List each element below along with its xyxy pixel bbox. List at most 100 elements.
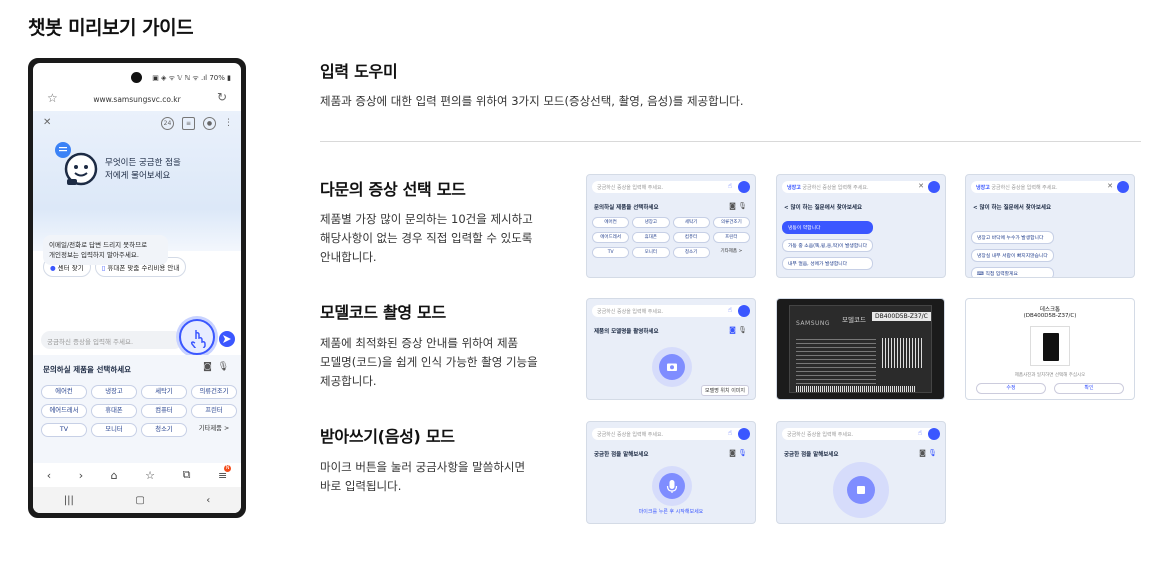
touch-hand-icon (190, 330, 206, 348)
send-icon (928, 181, 940, 193)
product-chip[interactable]: 에어드레서 (41, 404, 87, 418)
product-chip[interactable]: 의류건조기 (191, 385, 237, 399)
thumb-input: 냉장고 궁금하신 증상을 입력해 주세요. ✕ (782, 181, 940, 193)
product-chip[interactable]: 에어컨 (41, 385, 87, 399)
model-location-link: 모델명 위치 이미지 (701, 385, 749, 396)
product-chip[interactable]: 프린터 (191, 404, 237, 418)
section-title-model-mode: 모델코드 촬영 모드 (320, 303, 446, 322)
chip-label: 센터 찾기 (57, 264, 84, 272)
thumb-input: 궁금하신 증상을 입력해 주세요. ☝ (592, 181, 750, 193)
touch-hand-icon: ☝ (727, 429, 732, 437)
thumb-faq-list: 냉장고 궁금하신 증상을 입력해 주세요. ✕ < 많이 하는 질문에서 찾아보세… (776, 174, 946, 278)
section-title-symptom-mode: 다문의 증상 선택 모드 (320, 180, 466, 199)
more-menu-icon[interactable]: ⋮ (224, 117, 233, 130)
tabs-icon[interactable]: ⧉ (183, 468, 191, 482)
product-chip: 휴대폰 (632, 232, 670, 243)
product-chip[interactable]: 모니터 (91, 423, 137, 437)
phone-screen: ▣ ◈ ᯤ 𝕍 ℕ ᯤ .ıl 70% ▮ ☆ www.samsungsvc.c… (33, 63, 241, 513)
browser-url-bar[interactable]: ☆ www.samsungsvc.co.kr ↻ (33, 87, 241, 111)
thumb-faq-title: < 많이 하는 질문에서 찾아보세요 (973, 205, 1052, 211)
input-helper-button[interactable] (179, 319, 215, 355)
panel-icons: ◙ 🎙 (203, 362, 229, 372)
barcode-bottom (796, 386, 916, 392)
history-icon[interactable]: 24 (161, 117, 174, 130)
desc-line: 제품에 최적화된 증상 안내를 위하여 제품 (320, 336, 519, 350)
menu-icon[interactable]: ≡ N (218, 464, 232, 482)
product-grid: 에어컨 냉장고 세탁기 의류건조기에어드레서 휴대폰 컴퓨터 프린터 TV 모니터 청소기 기타제품… (41, 385, 237, 437)
desc-line: 마이크 버튼을 눌러 궁금사항을 말씀하시면 (320, 460, 526, 474)
faq-item: 냉동이 약합니다 (782, 221, 874, 234)
product-chip[interactable]: TV (41, 423, 87, 437)
product-chip[interactable]: 세탁기 (141, 385, 187, 399)
home-icon[interactable]: ⌂ (111, 469, 118, 482)
product-chip[interactable]: 휴대폰 (91, 404, 137, 418)
faq-item: 가동 중 소음(뚝,윙,웅,딱)이 발생합니다 (782, 239, 874, 252)
send-button[interactable] (219, 331, 235, 347)
symptom-input[interactable]: 궁금하신 증상을 입력해 주세요. (41, 331, 183, 349)
desc-line: 해당사항이 없는 경우 직접 입력할 수 있도록 (320, 231, 533, 245)
stop-icon (857, 486, 865, 494)
mic-button (659, 473, 685, 499)
system-nav-bar: ||| ▢ ‹ (33, 487, 241, 513)
browser-nav-bar: ‹ › ⌂ ☆ ⧉ ≡ N (33, 463, 241, 487)
thumb-recognized-product: 데스크톱 (DB400D5B-Z37/C) 제품사진과 일치하면 선택해 주십시… (965, 298, 1135, 400)
product-chip[interactable]: 컴퓨터 (141, 404, 187, 418)
camera-button (659, 354, 685, 380)
product-chip: 기타제품 > (720, 249, 743, 254)
section-title-input-helper: 입력 도우미 (320, 62, 398, 81)
thumb-product-select: 궁금하신 증상을 입력해 주세요. ☝ 문의하실 제품을 선택하세요 ◙ 🎙 에어… (586, 174, 756, 278)
label-plate: SAMSUNG 모델코드 DB400D5B-Z37/C (789, 305, 932, 393)
product-note: 제품사진과 일치하면 선택해 주십시오 (1014, 373, 1086, 378)
document-icon[interactable]: ≡ (182, 117, 195, 130)
section-desc-input-helper: 제품과 증상에 대한 입력 편의를 위하여 3가지 모드(증상선택, 촬영, 음… (320, 94, 744, 108)
url-text[interactable]: www.samsungsvc.co.kr (33, 95, 241, 104)
microphone-icon (666, 480, 678, 493)
thumb-model-label-photo: SAMSUNG 모델코드 DB400D5B-Z37/C (776, 298, 945, 400)
bookmark-icon[interactable]: ☆ (145, 469, 155, 482)
product-image (1030, 326, 1070, 366)
product-chip: 의류건조기 (712, 217, 750, 228)
thumb-label: 문의하실 제품을 선택하세요 (594, 205, 659, 211)
home-button-icon[interactable]: ▢ (135, 495, 144, 506)
product-chip[interactable]: 기타제품 > (191, 423, 237, 437)
keyboard-icon: ⌨ (977, 272, 984, 277)
send-icon (738, 181, 750, 193)
faq-list: 냉동이 약합니다 가동 중 소음(뚝,윙,웅,딱)이 발생합니다 내부 얼음, … (782, 221, 874, 270)
thumb-input-placeholder: 궁금하신 증상을 입력해 주세요. (597, 309, 664, 315)
close-icon[interactable]: ✕ (43, 117, 51, 128)
thumb-product-grid: 에어컨 냉장고 세탁기 의류건조기 에어드레서 휴대폰 컴퓨터 프린터 TV 모니터 청소기 기타제품… (592, 217, 750, 258)
phone-icon: ▯ (101, 264, 106, 272)
system-back-icon[interactable]: ‹ (206, 495, 210, 506)
profile-icon[interactable]: ● (203, 117, 216, 130)
microphone-icon[interactable]: 🎙 (218, 362, 229, 372)
thumb-faq-title: < 많이 하는 질문에서 찾아보세요 (784, 205, 863, 211)
camera-icon[interactable]: ◙ (203, 362, 212, 372)
send-icon (928, 428, 940, 440)
forward-arrow-icon[interactable]: › (79, 469, 83, 482)
back-arrow-icon[interactable]: ‹ (47, 469, 51, 482)
product-name: 데스크톱 (1039, 307, 1061, 313)
panel-title: 문의하실 제품을 선택하세요 (43, 365, 132, 374)
reload-icon[interactable]: ↻ (217, 90, 227, 104)
thumb-input-placeholder: 궁금하신 증상을 입력해 주세요. (787, 432, 854, 438)
thumb-label: 제품의 모델명을 촬영하세요 (594, 329, 659, 335)
product-chip: 프린터 (712, 232, 750, 243)
product-chip: 모니터 (632, 247, 670, 258)
product-code: (DB400D5B-Z37/C) (1023, 313, 1077, 319)
thumb-input-placeholder: 궁금하신 증상을 입력해 주세요. (991, 185, 1058, 191)
product-chip[interactable]: 청소기 (141, 423, 187, 437)
touch-hand-icon: ☝ (727, 306, 732, 314)
greeting-line: 무엇이든 궁금한 점을 (105, 158, 181, 168)
chatbot-hero: ✕ 24 ≡ ● ⋮ 무엇이든 궁금한 점을 저에게 물어보세요 ● 센터 찾기… (33, 111, 241, 277)
thumb-input-placeholder: 궁금하신 증상을 입력해 주세요. (597, 432, 664, 438)
close-icon: ✕ (1107, 182, 1113, 190)
desktop-icon (1043, 333, 1059, 361)
brand-text: SAMSUNG (796, 320, 831, 327)
barcode (882, 338, 922, 368)
bubble-line: 이메일/전화로 답변 드리지 못하므로 (49, 241, 148, 249)
chatbot-greeting: 무엇이든 궁금한 점을 저에게 물어보세요 (105, 157, 181, 183)
recent-apps-icon[interactable]: ||| (64, 495, 74, 506)
product-chip[interactable]: 냉장고 (91, 385, 137, 399)
product-chip: 냉장고 (632, 217, 670, 228)
status-bar: ▣ ◈ ᯤ 𝕍 ℕ ᯤ .ıl 70% ▮ (33, 63, 241, 85)
